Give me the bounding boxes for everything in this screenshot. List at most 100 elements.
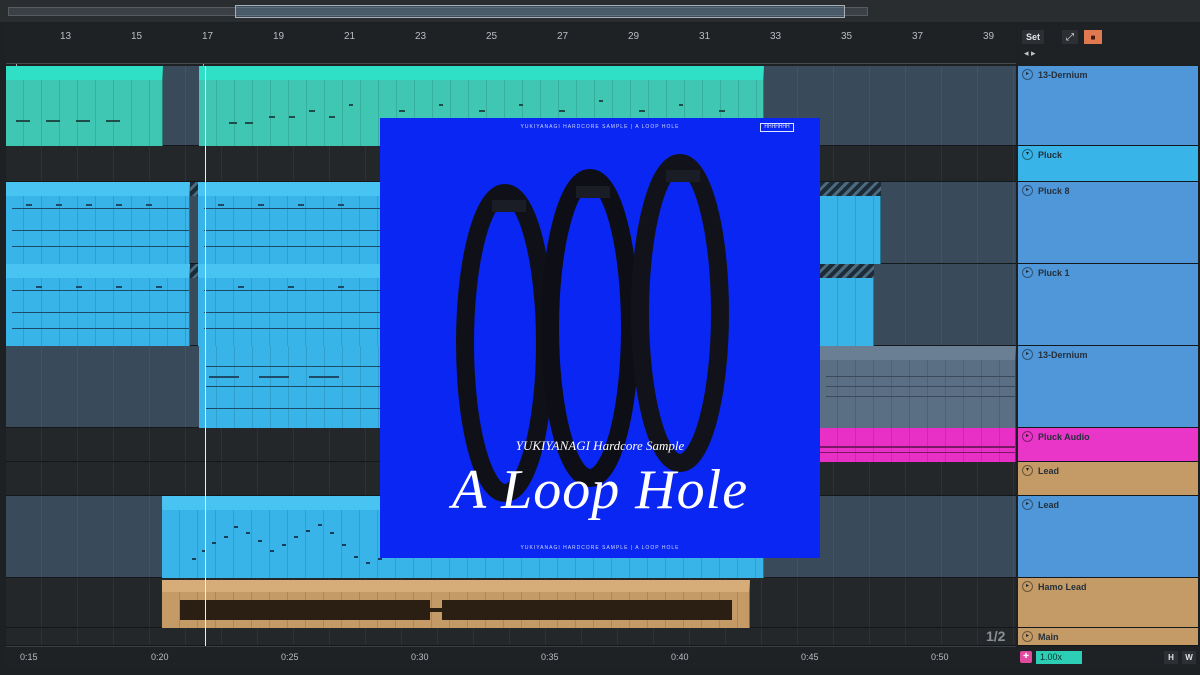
track-name: Pluck <box>1038 150 1063 160</box>
track-header[interactable]: ▸ Pluck Audio <box>1018 428 1198 462</box>
cover-bottom-text: YUKIYANAGI HARDCORE SAMPLE | A LOOP HOLE <box>520 545 680 551</box>
beat-label: 27 <box>557 31 569 42</box>
track-name: 13-Dernium <box>1038 70 1088 80</box>
time-label: 0:45 <box>801 652 819 662</box>
beat-label: 25 <box>486 31 498 42</box>
beat-label: 29 <box>628 31 640 42</box>
cover-title: A Loop Hole <box>451 459 749 521</box>
midi-clip[interactable] <box>6 182 190 264</box>
track-header[interactable]: ▸ 13-Dernium <box>1018 346 1198 428</box>
clip-waveform <box>180 600 732 620</box>
beat-label: 35 <box>841 31 853 42</box>
time-label: 0:35 <box>541 652 559 662</box>
time-label: 0:20 <box>151 652 169 662</box>
time-label: 0:15 <box>20 652 38 662</box>
album-cover: YUKIYANAGI HARDCORE SAMPLE | A LOOP HOLE… <box>380 118 820 558</box>
overview-visible-window[interactable] <box>235 5 845 18</box>
track-header[interactable]: ▸ Main <box>1018 628 1198 646</box>
track-name: Pluck Audio <box>1038 432 1090 442</box>
midi-clip[interactable] <box>6 264 190 346</box>
h-button[interactable]: H <box>1164 651 1178 664</box>
track-fold-icon[interactable]: ▸ <box>1022 69 1033 80</box>
track-fold-icon[interactable]: ▸ <box>1022 631 1033 642</box>
clip-notes <box>204 286 383 329</box>
time-ruler[interactable]: 0:15 0:20 0:25 0:30 0:35 0:40 0:45 0:50 <box>6 646 1016 668</box>
nudge-arrows-icon[interactable]: ◂ ▸ <box>1024 48 1036 59</box>
beat-label: 33 <box>770 31 782 42</box>
midi-clip[interactable] <box>820 278 874 346</box>
track-header[interactable]: ▸ 13-Dernium <box>1018 66 1198 146</box>
beat-label: 21 <box>344 31 356 42</box>
beat-label: 37 <box>912 31 924 42</box>
midi-clip[interactable] <box>6 66 163 146</box>
track-fold-icon[interactable]: ▸ <box>1022 267 1033 278</box>
time-label: 0:25 <box>281 652 299 662</box>
beat-label: 31 <box>699 31 711 42</box>
midi-clip[interactable] <box>820 346 1016 428</box>
bottom-controls: ✚ 1.00x H W <box>1018 648 1200 668</box>
beat-label: 13 <box>60 31 72 42</box>
track-name: Lead <box>1038 466 1060 476</box>
clip-hatch <box>190 264 198 278</box>
track-fold-icon[interactable]: ▸ <box>1022 581 1033 592</box>
zoom-value[interactable]: 1.00x <box>1036 651 1082 664</box>
track-name: 13-Dernium <box>1038 350 1088 360</box>
cover-top-text: YUKIYANAGI HARDCORE SAMPLE | A LOOP HOLE <box>520 124 680 130</box>
track-name: Pluck 8 <box>1038 186 1070 196</box>
audio-clip[interactable]: Audio 4 <box>162 580 750 628</box>
session-controls: Set ⤢ ■ ◂ ▸ <box>1018 24 1200 64</box>
beat-label: 19 <box>273 31 285 42</box>
playhead <box>205 66 206 646</box>
track-header[interactable]: ▾ Lead <box>1018 462 1198 496</box>
track-name: Main <box>1038 632 1059 642</box>
beat-label: 39 <box>983 31 995 42</box>
track-name: Pluck 1 <box>1038 268 1070 278</box>
time-label: 0:30 <box>411 652 429 662</box>
track-fold-icon[interactable]: ▸ <box>1022 185 1033 196</box>
midi-clip[interactable] <box>198 264 384 346</box>
track-header[interactable]: ▸ Pluck 8 <box>1018 182 1198 264</box>
midi-clip[interactable] <box>820 196 881 264</box>
clip-notes <box>12 286 189 329</box>
time-label: 0:50 <box>931 652 949 662</box>
track-name: Hamo Lead <box>1038 582 1087 592</box>
beat-label: 15 <box>131 31 143 42</box>
track-name: Lead <box>1038 500 1060 510</box>
track-lane[interactable] <box>6 628 1016 646</box>
page-indicator: 1/2 <box>986 628 1006 644</box>
track-headers: ▸ 13-Dernium ▾ Pluck ▸ Pluck 8 ▸ Pluck 1 ▸ 13… <box>1018 66 1200 646</box>
midi-clip[interactable] <box>198 182 384 264</box>
w-button[interactable]: W <box>1182 651 1196 664</box>
midi-clip[interactable] <box>199 346 384 428</box>
overview-scrollbar[interactable] <box>0 0 1200 22</box>
lock-icon[interactable]: ■ <box>1084 30 1102 44</box>
clip-notes <box>12 204 189 247</box>
track-header[interactable]: ▾ Pluck <box>1018 146 1198 182</box>
clip-notes <box>204 204 383 247</box>
set-button[interactable]: Set <box>1022 30 1044 44</box>
beat-ruler[interactable]: 13 15 17 19 21 23 25 27 29 31 33 35 37 3… <box>6 24 1016 72</box>
beat-label: 23 <box>415 31 427 42</box>
group-fold-icon[interactable]: ▾ <box>1022 465 1033 476</box>
clip-title: Audio 4 <box>166 581 197 591</box>
time-label: 0:40 <box>671 652 689 662</box>
clip-notes <box>826 376 1015 397</box>
track-fold-icon[interactable]: ▸ <box>1022 499 1033 510</box>
track-header[interactable]: ▸ Hamo Lead <box>1018 578 1198 628</box>
track-header[interactable]: ▸ Lead <box>1018 496 1198 578</box>
audio-clip[interactable] <box>820 428 1016 462</box>
group-fold-icon[interactable]: ▾ <box>1022 149 1033 160</box>
zoom-icon[interactable]: ✚ <box>1020 651 1032 663</box>
expand-icon[interactable]: ⤢ <box>1062 30 1078 44</box>
clip-hatch <box>820 182 881 196</box>
clip-notes <box>205 366 383 409</box>
clip-hatch <box>820 264 874 278</box>
cover-subtitle: YUKIYANAGI Hardcore Sample <box>515 438 685 453</box>
clip-waveform <box>820 446 1015 453</box>
beat-label: 17 <box>202 31 214 42</box>
clip-hatch <box>190 182 198 196</box>
track-lane[interactable]: Audio 4 <box>6 578 1016 628</box>
track-fold-icon[interactable]: ▸ <box>1022 431 1033 442</box>
track-fold-icon[interactable]: ▸ <box>1022 349 1033 360</box>
track-header[interactable]: ▸ Pluck 1 <box>1018 264 1198 346</box>
